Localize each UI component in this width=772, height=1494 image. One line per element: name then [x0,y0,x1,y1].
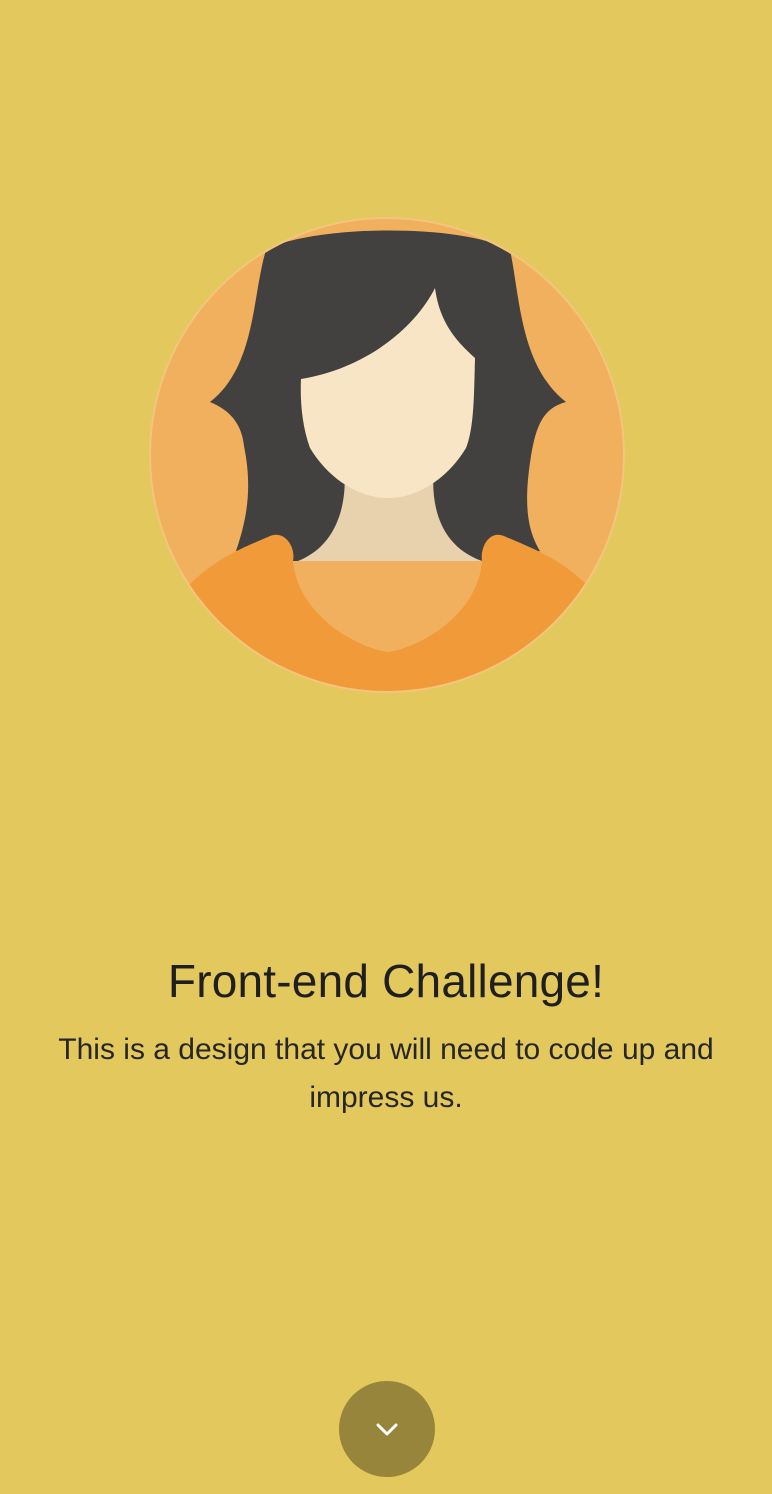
landing-page: Front-end Challenge! This is a design th… [0,0,772,1494]
scroll-down-button[interactable] [339,1381,435,1477]
avatar [148,216,626,694]
chevron-down-icon [376,1423,398,1436]
page-subtitle: This is a design that you will need to c… [58,1033,714,1114]
page-title: Front-end Challenge! [167,955,605,1007]
woman-avatar-icon [149,217,625,693]
hero-section: Front-end Challenge! This is a design th… [0,950,772,1122]
